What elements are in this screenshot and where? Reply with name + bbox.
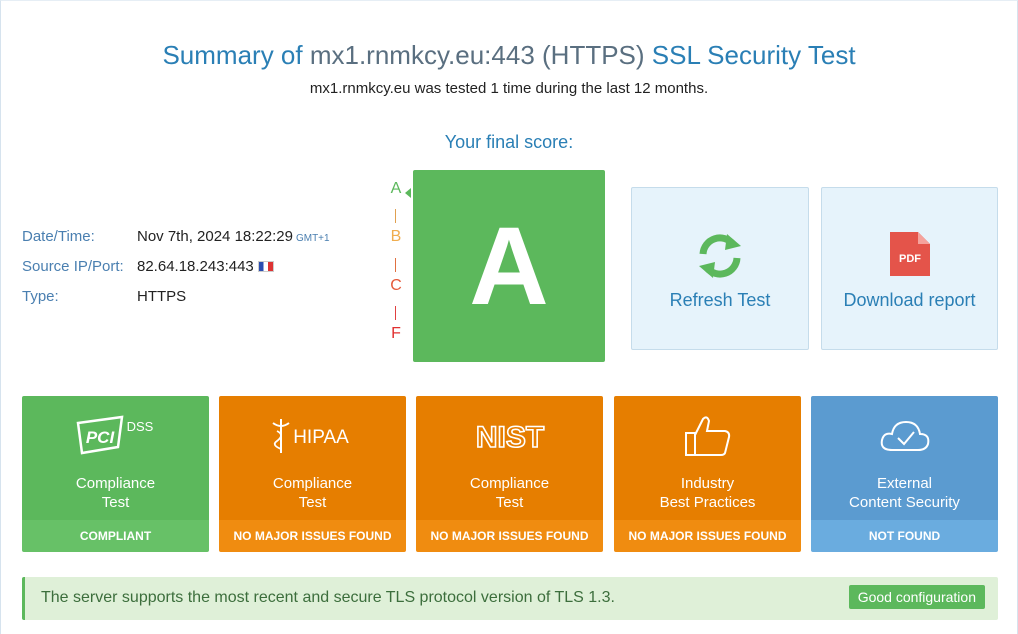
download-report-label: Download report	[843, 290, 976, 310]
card-body: Industry Best Practices	[614, 396, 801, 520]
source-label: Source IP/Port:	[22, 258, 124, 275]
card-line1: Compliance	[469, 475, 550, 492]
grade-scale: A B C F	[386, 180, 411, 350]
card-line1: External	[876, 475, 933, 492]
type-value: HTTPS	[137, 288, 187, 305]
page-title: Summary of mx1.rnmkcy.eu:443 (HTTPS) SSL…	[0, 40, 1018, 71]
card-status: COMPLIANT	[22, 520, 209, 552]
nist-logo-icon: NIST	[416, 414, 603, 458]
svg-text:HIPAA: HIPAA	[293, 427, 349, 448]
card-line2: Test	[101, 494, 130, 511]
source-value: 82.64.18.243:443	[137, 258, 274, 275]
tls-notice-message: The server supports the most recent and …	[41, 589, 615, 606]
scale-grade-b: B	[390, 228, 402, 245]
card-body: NIST Compliance Test	[416, 396, 603, 520]
nist-card[interactable]: NIST Compliance Test NO MAJOR ISSUES FOU…	[416, 396, 603, 552]
source-text: 82.64.18.243:443	[137, 258, 254, 275]
refresh-test-button[interactable]: Refresh Test	[631, 187, 809, 350]
scale-grade-a: A	[390, 180, 402, 197]
title-suffix: SSL Security Test	[651, 40, 856, 70]
card-status: NO MAJOR ISSUES FOUND	[219, 520, 406, 552]
hipaa-card[interactable]: HIPAA Compliance Test NO MAJOR ISSUES FO…	[219, 396, 406, 552]
card-body: External Content Security	[811, 396, 998, 520]
pci-dss-logo-icon: PCI DSS	[22, 414, 209, 458]
score-label: Your final score:	[444, 132, 574, 152]
pdf-icon: PDF	[822, 230, 997, 282]
final-grade: A	[413, 170, 605, 362]
external-content-security-card[interactable]: External Content Security NOT FOUND	[811, 396, 998, 552]
scale-grade-f: F	[391, 325, 401, 342]
title-prefix: Summary of	[162, 40, 303, 70]
svg-text:PCI: PCI	[85, 428, 115, 447]
card-line2: Test	[495, 494, 524, 511]
title-domain: mx1.rnmkcy.eu:443 (HTTPS)	[309, 40, 645, 70]
datetime-value: Nov 7th, 2024 18:22:29 GMT+1	[137, 228, 330, 245]
card-status: NO MAJOR ISSUES FOUND	[416, 520, 603, 552]
card-line1: Compliance	[75, 475, 156, 492]
card-line2: Test	[298, 494, 327, 511]
cloud-check-icon	[811, 414, 998, 458]
page-subtitle: mx1.rnmkcy.eu was tested 1 time during t…	[309, 80, 709, 97]
card-body: PCI DSS Compliance Test	[22, 396, 209, 520]
hipaa-logo-icon: HIPAA	[219, 414, 406, 458]
refresh-test-label: Refresh Test	[669, 290, 771, 310]
download-report-button[interactable]: PDF Download report	[821, 187, 998, 350]
svg-text:NIST: NIST	[475, 421, 543, 454]
card-status: NOT FOUND	[811, 520, 998, 552]
card-line2: Content Security	[849, 494, 960, 511]
pdf-icon-text: PDF	[899, 253, 921, 265]
pci-dss-card[interactable]: PCI DSS Compliance Test COMPLIANT	[22, 396, 209, 552]
card-status: NO MAJOR ISSUES FOUND	[614, 520, 801, 552]
thumbs-up-icon	[614, 414, 801, 458]
type-label: Type:	[22, 288, 59, 305]
scale-divider	[395, 209, 396, 223]
industry-best-practices-card[interactable]: Industry Best Practices NO MAJOR ISSUES …	[614, 396, 801, 552]
good-configuration-badge: Good configuration	[848, 585, 985, 609]
datetime-label: Date/Time:	[22, 228, 95, 245]
scale-grade-c: C	[390, 277, 402, 294]
tls-notice: The server supports the most recent and …	[22, 577, 998, 620]
card-body: HIPAA Compliance Test	[219, 396, 406, 520]
card-line1: Industry	[680, 475, 735, 492]
refresh-icon	[632, 230, 808, 282]
grade-marker-icon	[405, 188, 411, 198]
scale-divider	[395, 306, 396, 320]
card-line2: Best Practices	[659, 494, 756, 511]
timezone: GMT+1	[295, 233, 330, 244]
france-flag-icon	[257, 261, 274, 272]
scale-divider	[395, 258, 396, 272]
card-line1: Compliance	[272, 475, 353, 492]
svg-text:DSS: DSS	[126, 419, 153, 434]
datetime-text: Nov 7th, 2024 18:22:29	[137, 228, 293, 245]
